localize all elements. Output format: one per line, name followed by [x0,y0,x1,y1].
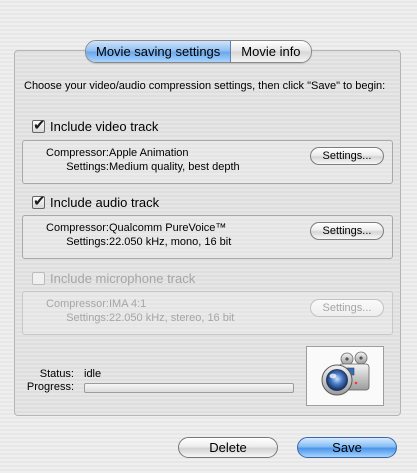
microphone-compressor-label: Compressor: [46,298,109,310]
delete-button[interactable]: Delete [178,437,278,458]
microphone-settings-value: 22.050 kHz, stereo, 16 bit [109,312,235,324]
audio-settings-button[interactable]: Settings... [310,222,384,240]
progress-bar [84,383,294,393]
audio-compressor-label: Compressor: [46,222,109,234]
video-settings-label: Settings: [66,161,109,173]
include-audio-label: Include audio track [50,195,160,210]
tab-bar: Movie saving settings Movie info [85,40,312,63]
intro-text: Choose your video/audio compression sett… [24,80,386,92]
include-video-label: Include video track [50,119,159,134]
video-settings-button[interactable]: Settings... [310,147,384,165]
microphone-compressor-value: IMA 4:1 [109,298,147,310]
include-microphone-checkbox-row[interactable]: Include microphone track [32,271,195,286]
save-button[interactable]: Save [297,437,397,458]
include-audio-checkbox-row[interactable]: Include audio track [32,192,160,210]
include-microphone-label: Include microphone track [50,271,196,286]
audio-compressor-value: Qualcomm PureVoice™ [109,222,227,234]
video-compressor-value: Apple Animation [109,147,189,159]
include-video-checkbox[interactable] [32,116,46,134]
include-microphone-checkbox[interactable] [32,272,45,285]
status-label: Status: [39,368,74,380]
tab-movie-info[interactable]: Movie info [231,41,311,62]
include-audio-checkbox[interactable] [32,192,46,210]
microphone-settings-label: Settings: [66,312,109,324]
include-video-checkbox-row[interactable]: Include video track [32,116,159,134]
movie-camera-icon [321,351,370,396]
audio-settings-value: 22.050 kHz, mono, 16 bit [109,236,232,248]
audio-settings-label: Settings: [66,236,109,248]
progress-label: Progress: [26,381,74,393]
status-value: idle [84,368,102,380]
video-settings-value: Medium quality, best depth [109,161,240,173]
tab-movie-saving-settings[interactable]: Movie saving settings [86,41,232,62]
microphone-settings-button: Settings... [310,299,384,317]
video-compressor-label: Compressor: [46,147,109,159]
preview-well [306,346,384,406]
